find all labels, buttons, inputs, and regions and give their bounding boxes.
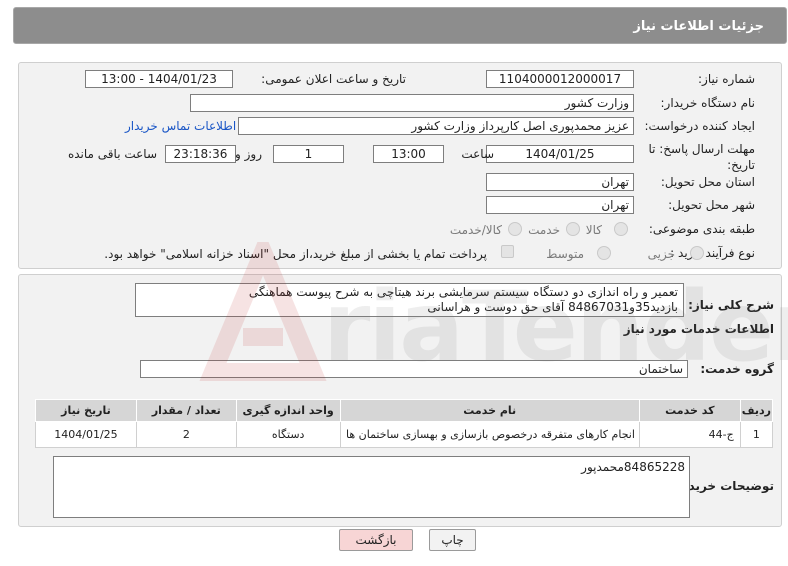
city-label: شهر محل تحویل: [668,198,755,212]
cell-unit: دستگاه [235,421,341,448]
process-radio-medium[interactable] [597,246,611,260]
need-number-field: 1104000012000017 [486,70,634,88]
need-number-label: شماره نیاز: [698,72,755,86]
process-radio-minor[interactable] [690,246,704,260]
buyer-notes-textarea: 84865228محمدپور [53,456,690,518]
category-option-service: خدمت [528,223,560,237]
process-option-minor: جزیی [647,247,675,261]
cell-date: 1404/01/25 [35,421,137,448]
print-button[interactable]: چاپ [429,529,476,551]
page-title: جزئیات اطلاعات نیاز [633,19,764,34]
process-label: نوع فرآیند خرید : [670,246,755,260]
treasury-payment-checkbox[interactable] [501,245,514,258]
back-button[interactable]: بازگشت [339,529,413,551]
buyer-notes-text: 84865228محمدپور [581,460,685,474]
category-option-goods-service: کالا/خدمت [449,223,502,237]
need-info-panel: شماره نیاز: 1104000012000017 تاریخ و ساع… [18,62,782,269]
buyer-org-field: وزارت کشور [190,94,634,112]
creator-label: ایجاد کننده درخواست: [644,119,755,133]
province-label: استان محل تحویل: [660,175,755,189]
services-table-header: تاریخ نیاز تعداد / مقدار واحد اندازه گیر… [35,399,774,422]
page-header: جزئیات اطلاعات نیاز [13,7,787,44]
announce-label: تاریخ و ساعت اعلان عمومی: [261,72,406,86]
deadline-time-field: 13:00 [373,145,444,163]
cell-service-name: انجام کارهای متفرقه درخصوص بازسازی و بهس… [339,421,640,448]
page-container: جزئیات اطلاعات نیاز شماره نیاز: 11040000… [13,7,788,562]
days-label: روز و [235,147,262,161]
services-section-title: اطلاعات خدمات مورد نیاز [623,322,774,336]
deadline-label-line1: مهلت ارسال پاسخ: تا [648,142,755,156]
cell-row-number: 1 [739,421,774,448]
deadline-date-field: 1404/01/25 [486,145,634,163]
buyer-contact-link[interactable]: اطلاعات تماس خریدار [125,119,236,133]
remaining-time-label: ساعت باقی مانده [67,147,157,161]
province-field: تهران [486,173,634,191]
col-row-number: ردیف [739,399,774,422]
cell-service-code: ج-44 [638,421,741,448]
services-table: تاریخ نیاز تعداد / مقدار واحد اندازه گیر… [35,399,774,448]
creator-field: عزیز محمدپوری اصل کارپرداز وزارت کشور [238,117,634,135]
category-radio-goods[interactable] [614,222,628,236]
category-radio-goods-service[interactable] [508,222,522,236]
remaining-time-field: 23:18:36 [165,145,236,163]
col-quantity: تعداد / مقدار [135,399,237,422]
service-group-label: گروه خدمت: [700,362,774,376]
description-text: تعمیر و راه اندازی دو دستگاه سیستم سرمای… [248,285,678,314]
description-textarea: تعمیر و راه اندازی دو دستگاه سیستم سرمای… [135,283,684,317]
treasury-payment-note: پرداخت تمام یا بخشی از مبلغ خرید،از محل … [104,247,487,261]
category-label: طبقه بندی موضوعی: [648,222,755,236]
deadline-time-label: ساعت [461,147,494,161]
category-option-goods: کالا [585,223,602,237]
service-group-field: ساختمان [140,360,688,378]
process-option-medium: متوسط [546,247,584,261]
table-row: 1404/01/25 2 دستگاه انجام کارهای متفرقه … [35,421,774,448]
col-service-code: کد خدمت [638,399,741,422]
cell-quantity: 2 [135,421,237,448]
days-remaining-field: 1 [273,145,344,163]
buyer-org-label: نام دستگاه خریدار: [660,96,756,110]
description-label: شرح کلی نیاز: [688,298,774,312]
col-date: تاریخ نیاز [35,399,137,422]
category-radio-service[interactable] [566,222,580,236]
announce-datetime-field: 1404/01/23 - 13:00 [85,70,233,88]
deadline-label-line2: تاریخ: [727,158,755,172]
need-details-panel: شرح کلی نیاز: تعمیر و راه اندازی دو دستگ… [18,274,782,527]
col-unit: واحد اندازه گیری [235,399,341,422]
city-field: تهران [486,196,634,214]
col-service-name: نام خدمت [339,399,640,422]
